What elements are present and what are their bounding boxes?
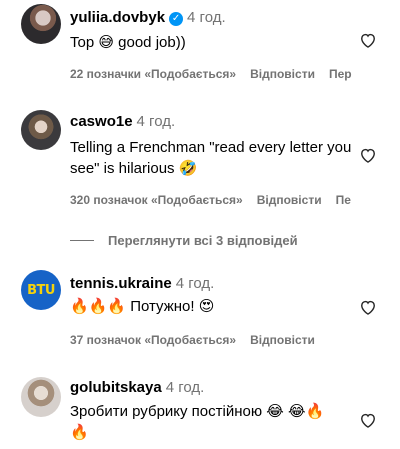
comment-header: caswo1e 4 год. [70,113,175,130]
likes-count[interactable]: 320 позначок «Подобається» [70,193,243,207]
heart-icon[interactable] [358,30,378,50]
comment-meta: 22 позначки «Подобається» Відповісти Пер [70,67,366,81]
avatar[interactable] [21,110,61,150]
replies-divider [70,240,94,241]
comment-text: Зробити рубрику постійною 😂 😂🔥🔥 [70,403,325,441]
view-replies-label: Переглянути всі 3 відповідей [108,233,298,248]
comment-meta: 320 позначок «Подобається» Відповісти Пе [70,193,365,207]
comment-header: tennis.ukraine 4 год. [70,275,214,292]
username[interactable]: golubitskaya [70,379,162,396]
avatar[interactable]: BTU [21,270,61,310]
comment-header: golubitskaya 4 год. [70,379,204,396]
heart-icon[interactable] [358,145,378,165]
comment-header: yuliia.dovbyk ✓ 4 год. [70,9,226,26]
avatar[interactable] [21,377,61,417]
comment-time[interactable]: 4 год. [137,113,176,130]
avatar[interactable] [21,4,61,44]
reply-button[interactable]: Відповісти [250,333,315,347]
username[interactable]: tennis.ukraine [70,275,172,292]
comment-time[interactable]: 4 год. [166,379,205,396]
comment-meta: 37 позначок «Подобається» Відповісти [70,333,329,347]
username[interactable]: yuliia.dovbyk [70,9,165,26]
likes-count[interactable]: 37 позначок «Подобається» [70,333,236,347]
comment-time[interactable]: 4 год. [187,9,226,26]
translate-link[interactable]: Пе [336,193,351,207]
username[interactable]: caswo1e [70,113,133,130]
comment-text: Top 😅 good job)) [70,34,186,51]
reply-button[interactable]: Відповісти [250,67,315,81]
translate-link[interactable]: Пер [329,67,352,81]
view-replies-button[interactable]: Переглянути всі 3 відповідей [70,233,298,248]
comment-text: Telling a Frenchman "read every letter y… [70,139,352,177]
verified-badge-icon: ✓ [169,12,184,26]
reply-button[interactable]: Відповісти [257,193,322,207]
likes-count[interactable]: 22 позначки «Подобається» [70,67,236,81]
heart-icon[interactable] [358,410,378,430]
comment-time[interactable]: 4 год. [176,275,215,292]
heart-icon[interactable] [358,297,378,317]
avatar-logo-text: BTU [27,282,55,298]
comment-text: 🔥🔥🔥 Потужно! 😍 [70,298,215,315]
